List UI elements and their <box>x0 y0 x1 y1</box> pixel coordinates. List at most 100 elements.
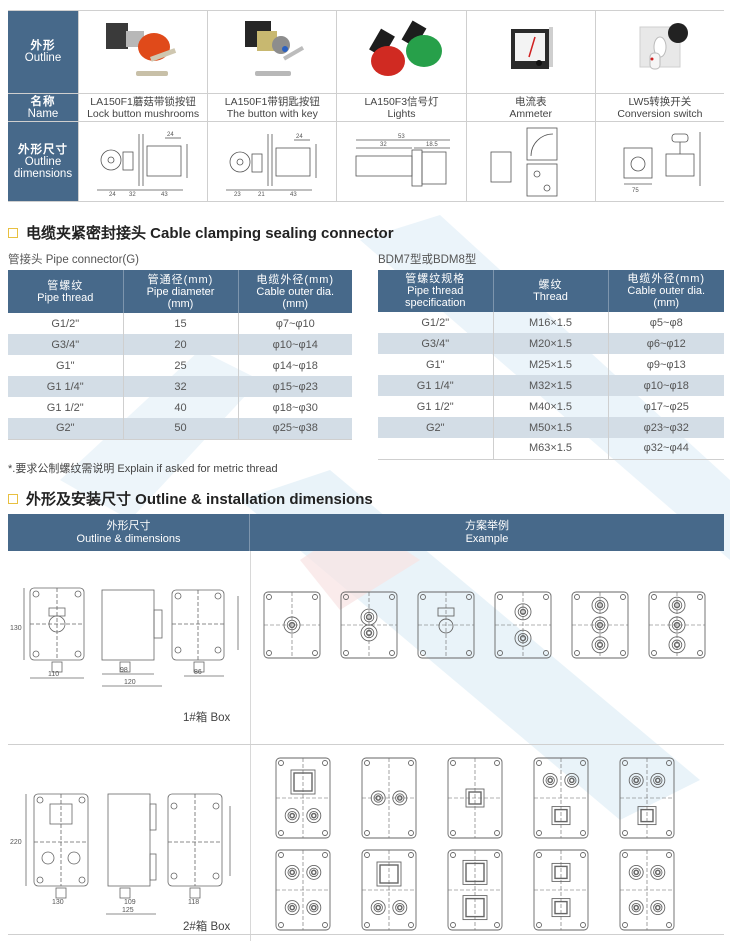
table-cell: G3/4" <box>378 333 494 354</box>
svg-text:53: 53 <box>398 134 405 140</box>
svg-text:43: 43 <box>290 192 297 198</box>
example-panel <box>417 591 475 659</box>
table-cell: 25 <box>123 355 239 376</box>
dimension-drawing-key-button: 23 21 43 24 <box>207 122 336 201</box>
example-panel <box>447 849 503 931</box>
product-name: 电流表 Ammeter <box>465 94 595 121</box>
svg-text:23: 23 <box>234 192 241 198</box>
example-panel <box>619 757 675 839</box>
key-button-photo <box>245 21 305 76</box>
table-row: G1" M25×1.5 φ9~φ13 <box>378 354 724 375</box>
example-panel <box>361 849 417 931</box>
example-panel <box>619 849 675 931</box>
table-row: G1 1/2" 40 φ18~φ30 <box>8 397 352 418</box>
svg-text:43: 43 <box>161 192 168 198</box>
example-panel <box>340 591 398 659</box>
dimension-drawing-conversion-switch: 75 <box>594 122 724 201</box>
outline-table-header: 外形尺寸 Outline & dimensions 方案举例 Example <box>8 514 724 551</box>
table-row: G1/2" M16×1.5 φ5~φ8 <box>378 312 724 333</box>
box2-label: 2#箱 Box <box>183 921 231 933</box>
table-row: G3/4" 20 φ10~φ14 <box>8 334 352 355</box>
ammeter-drawing <box>490 127 558 196</box>
product-table: 外形 Outline 名称 Name LA150F1蘑菇带锁按钮 Lock bu… <box>8 10 724 202</box>
bdm-label: BDM7型或BDM8型 <box>378 254 477 266</box>
svg-text:120: 120 <box>124 679 136 686</box>
pipe-connector-label: 管接头 Pipe connector(G) <box>8 254 140 266</box>
table-cell: φ7~φ10 <box>275 317 315 330</box>
header-cable-outer-dia: 电缆外径(mm) Cable outer dia. (mm) <box>608 270 724 312</box>
svg-text:24: 24 <box>109 192 116 198</box>
table-row: G1/2" 15 φ7~φ10 <box>8 313 352 334</box>
example-panel <box>447 757 503 839</box>
table-cell: M25×1.5 <box>493 354 609 375</box>
example-panel <box>533 849 589 931</box>
table-cell: φ25~φ38 <box>238 418 352 440</box>
table-cell: φ5~φ8 <box>649 316 683 329</box>
product-image-key-button <box>207 11 336 93</box>
header-outline-dimensions: 外形尺寸 Outline & dimensions <box>8 514 250 551</box>
table-cell: φ10~φ18 <box>608 375 724 396</box>
section-title-cable-clamping: 电缆夹紧密封接头 Cable clamping sealing connecto… <box>8 222 394 243</box>
table-cell: G1 1/2" <box>8 397 124 418</box>
svg-text:118: 118 <box>188 899 199 906</box>
section-title-outline-installation: 外形及安装尺寸 Outline & installation dimension… <box>8 488 373 509</box>
example-panel <box>263 591 321 659</box>
svg-text:125: 125 <box>122 907 134 914</box>
svg-text:130: 130 <box>10 625 22 632</box>
box1-examples <box>263 591 706 659</box>
table-cell: 20 <box>123 334 239 355</box>
pipe-connector-table: 管螺纹 Pipe thread 管通径(mm) Pipe diameter (mm) … <box>8 270 352 440</box>
table-cell: G3/4" <box>8 334 124 355</box>
dimension-drawing-lights: 53 32 18.5 <box>336 122 465 201</box>
row-divider <box>8 744 724 745</box>
table-cell: 50 <box>123 418 239 440</box>
lights-drawing: 53 32 18.5 <box>355 134 450 186</box>
table-cell: M40×1.5 <box>493 396 609 417</box>
table-row: M63×1.5 φ32~φ44 <box>378 438 724 460</box>
table-cell: φ6~φ12 <box>608 333 724 354</box>
row-divider <box>8 934 724 935</box>
table-cell: 32 <box>123 376 239 397</box>
section-bullet-icon <box>8 493 18 504</box>
table-cell <box>378 438 494 460</box>
header-pipe-diameter: 管通径(mm) Pipe diameter (mm) <box>123 270 239 313</box>
column-divider <box>250 551 251 941</box>
table-row: G2" M50×1.5 φ23~φ32 <box>378 417 724 438</box>
table-cell: G1" <box>378 354 494 375</box>
table-cell: G1/2" <box>378 312 494 333</box>
table-cell: G1 1/2" <box>378 396 494 417</box>
product-image-ammeter <box>465 11 595 93</box>
example-panel <box>275 849 331 931</box>
svg-text:110: 110 <box>48 671 59 678</box>
ammeter-photo <box>510 27 553 69</box>
header-pipe-thread-spec: 管螺纹规格 Pipe thread specification <box>378 270 494 312</box>
section-bullet-icon <box>8 227 18 238</box>
svg-text:18.5: 18.5 <box>426 142 438 148</box>
header-pipe-thread: 管螺纹 Pipe thread <box>8 270 124 313</box>
product-name: LA150F1蘑菇带锁按钮 Lock button mushrooms <box>78 94 207 121</box>
table-cell: M63×1.5 <box>493 438 609 460</box>
example-panel <box>275 757 331 839</box>
bdm-table: 管螺纹规格 Pipe thread specification 螺纹 Thread 电… <box>378 270 724 460</box>
box1-outline-drawing: 130 110 98 86 <box>10 587 239 679</box>
conversion-switch-drawing: 75 <box>623 131 701 194</box>
header-cable-outer-dia: 电缆外径(mm) Cable outer dia. (mm) <box>238 270 352 313</box>
svg-text:130: 130 <box>52 899 64 906</box>
svg-text:32: 32 <box>380 142 387 148</box>
svg-text:220: 220 <box>10 839 22 846</box>
table-cell: 15 <box>123 313 239 334</box>
product-name: LA150F3信号灯 Lights <box>336 94 465 121</box>
table-cell: M32×1.5 <box>493 375 609 396</box>
example-panel <box>494 591 552 659</box>
table-row: G3/4" M20×1.5 φ6~φ12 <box>378 333 724 354</box>
table-cell: M50×1.5 <box>493 417 609 438</box>
example-panel <box>533 757 589 839</box>
svg-text:24: 24 <box>296 134 303 140</box>
table-row: G1 1/2" M40×1.5 φ17~φ25 <box>378 396 724 417</box>
svg-text:98: 98 <box>120 667 128 674</box>
row-header-outline: 外形 Outline <box>8 11 78 93</box>
product-image-lights <box>336 11 465 93</box>
table-cell: G1 1/4" <box>8 376 124 397</box>
table-cell: φ23~φ32 <box>608 417 724 438</box>
rotary-switch-photo <box>639 23 688 70</box>
